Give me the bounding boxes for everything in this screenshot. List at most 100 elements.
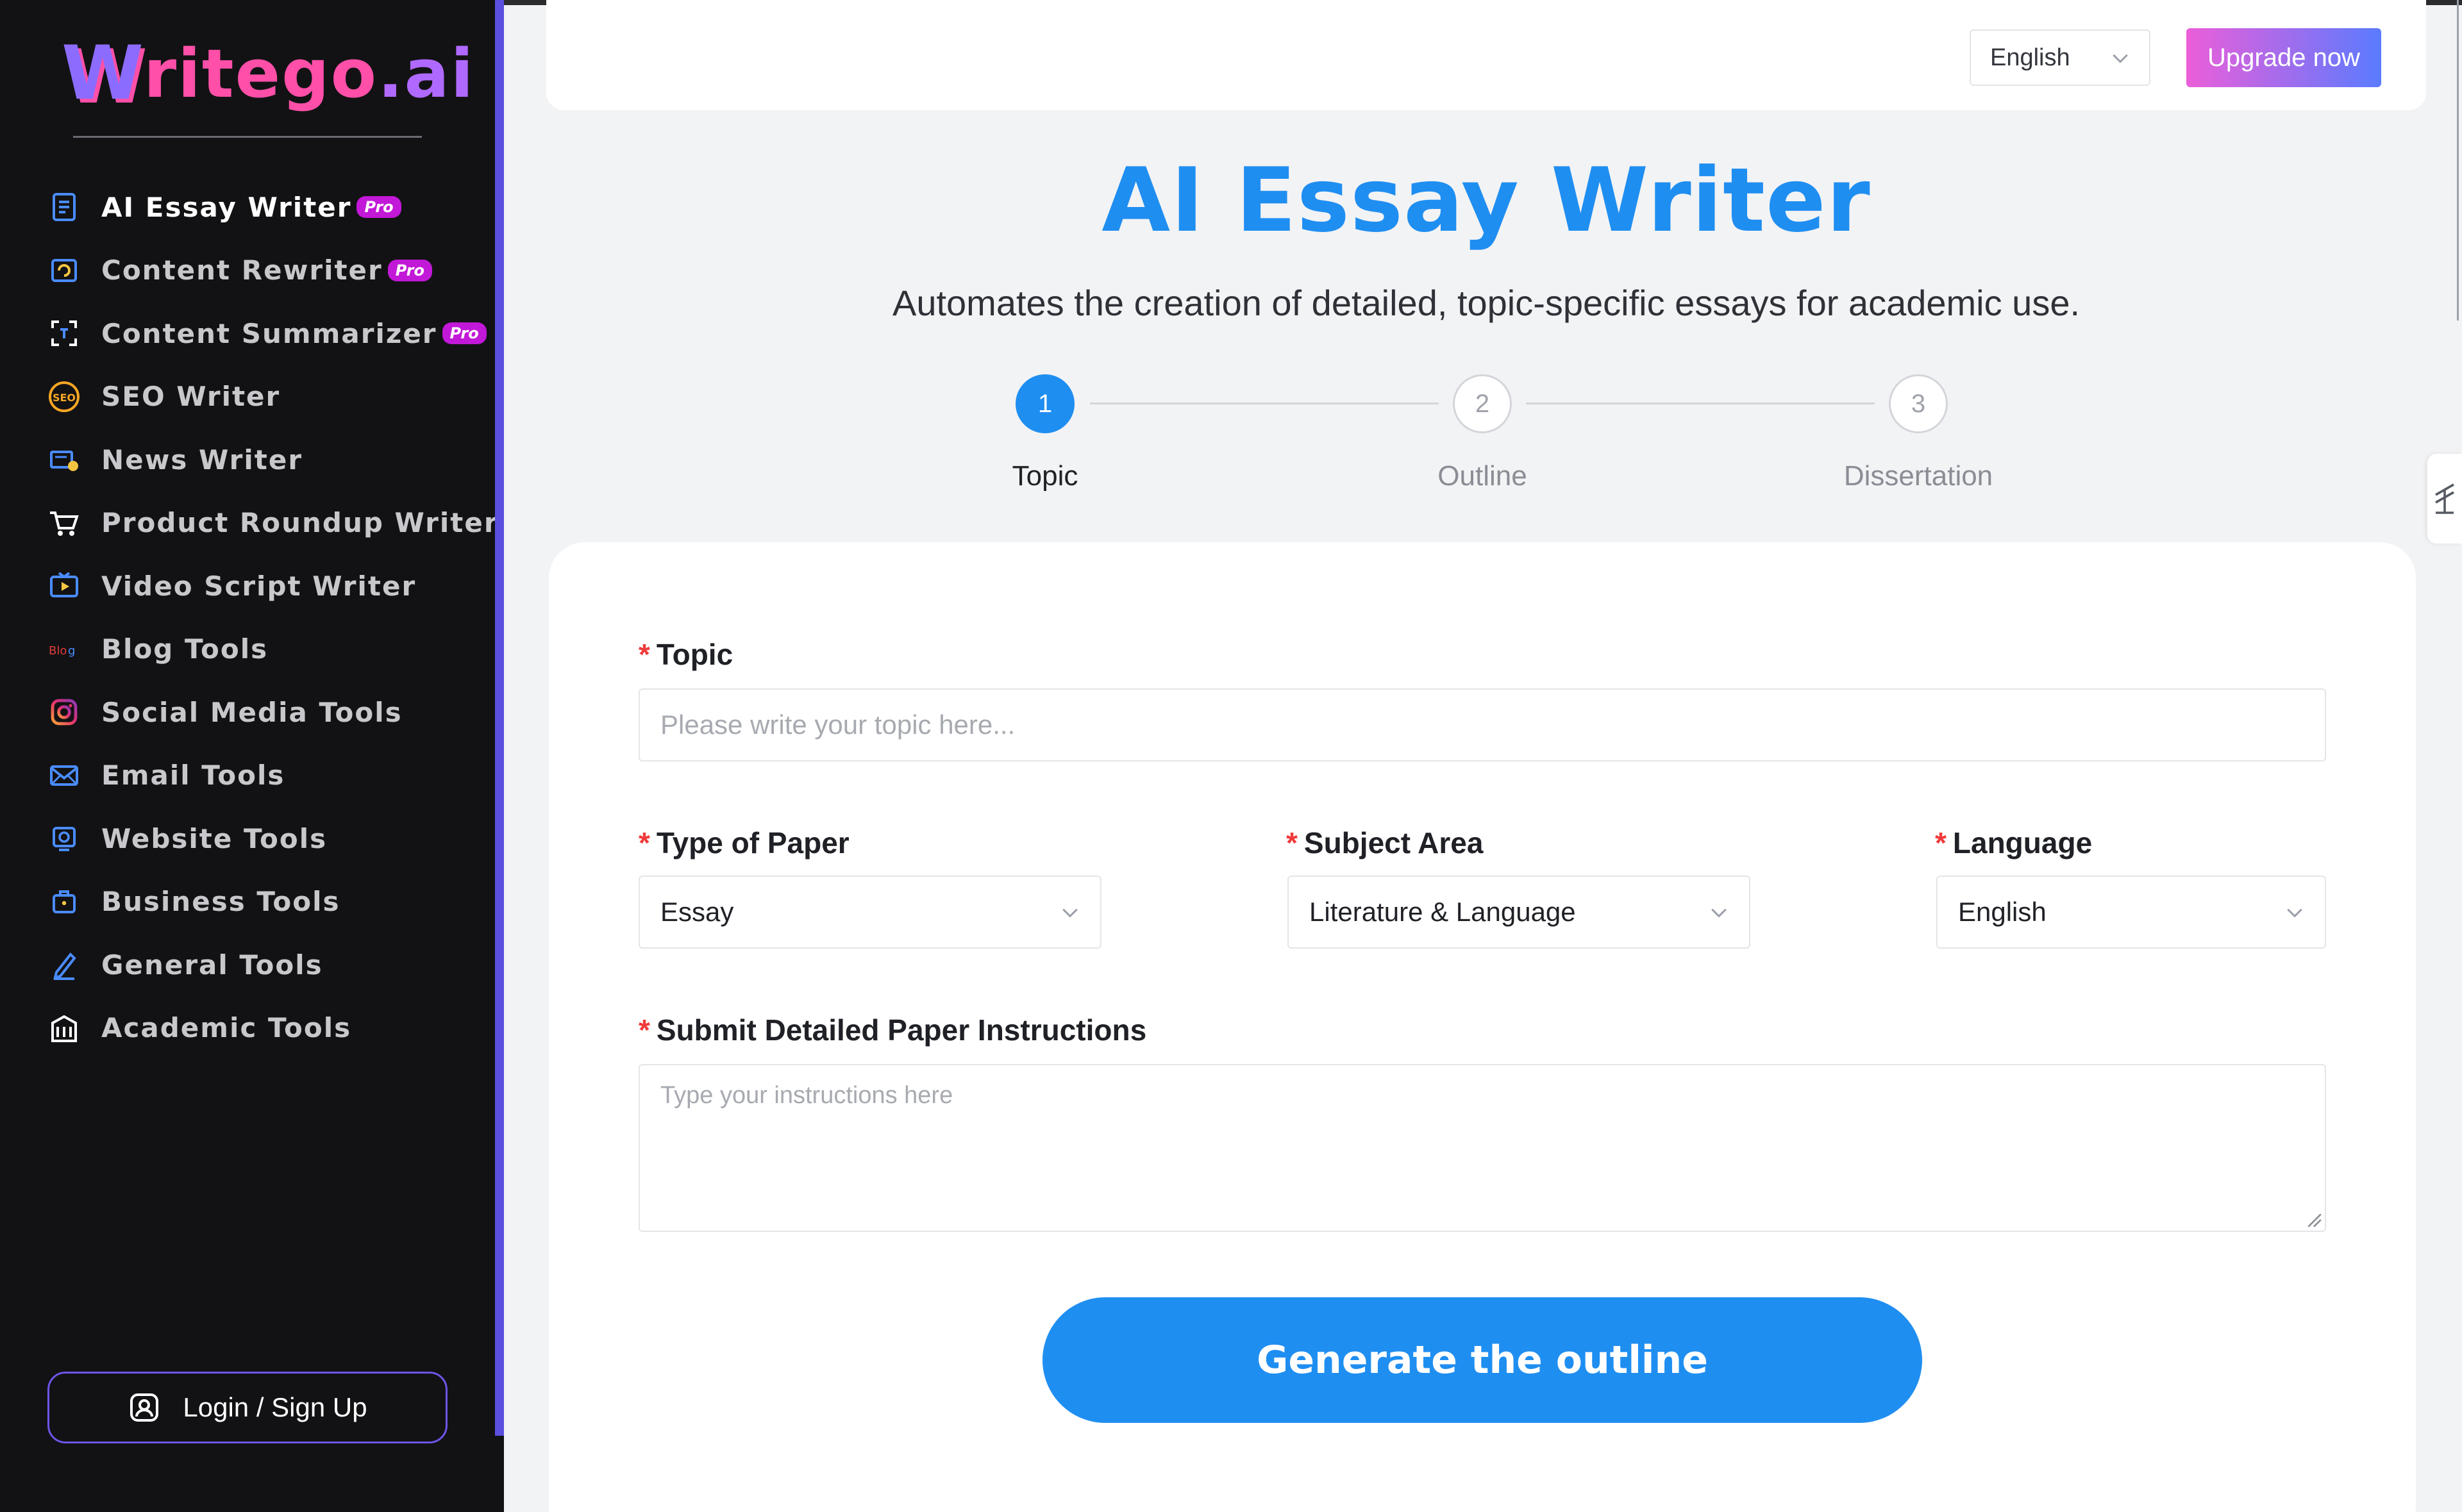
sidebar-item-product-roundup-writer[interactable]: Product Roundup Writer bbox=[46, 492, 498, 555]
language-field-value: English bbox=[1958, 897, 2047, 927]
instructions-label-text: Submit Detailed Paper Instructions bbox=[656, 1013, 1147, 1047]
sidebar-item-academic-tools[interactable]: Academic Tools bbox=[46, 997, 489, 1060]
paper-type-value: Essay bbox=[660, 897, 734, 927]
chevron-down-icon bbox=[2287, 908, 2302, 918]
collapse-icon bbox=[2435, 483, 2454, 514]
news-icon bbox=[46, 442, 82, 478]
sidebar-item-content-rewriter[interactable]: Content Rewriter Pro bbox=[46, 239, 489, 303]
logo-letter: W bbox=[62, 30, 144, 117]
step-2-circle[interactable]: 2 bbox=[1453, 374, 1512, 433]
instagram-icon bbox=[46, 694, 82, 730]
pro-badge: Pro bbox=[356, 196, 401, 219]
user-icon bbox=[130, 1393, 159, 1422]
language-label: * Language bbox=[1935, 826, 2092, 860]
step-1-circle[interactable]: 1 bbox=[1016, 374, 1075, 433]
blog-icon: Blo g bbox=[46, 631, 82, 667]
sidebar-item-label: Social Media Tools bbox=[101, 696, 403, 728]
subject-area-label: * Subject Area bbox=[1286, 826, 1483, 860]
paper-type-select[interactable]: Essay bbox=[639, 876, 1101, 949]
sidebar-item-email-tools[interactable]: Email Tools bbox=[46, 744, 489, 808]
page-subtitle: Automates the creation of detailed, topi… bbox=[892, 283, 2081, 323]
step-connector bbox=[1090, 403, 1439, 404]
sidebar-item-business-tools[interactable]: Business Tools bbox=[46, 870, 489, 934]
sidebar-item-website-tools[interactable]: Website Tools bbox=[46, 807, 489, 870]
upgrade-button[interactable]: Upgrade now bbox=[2186, 28, 2381, 87]
cart-icon bbox=[46, 505, 82, 541]
step-1-label: Topic bbox=[1012, 460, 1078, 492]
sidebar-item-label: Blog Tools bbox=[101, 633, 269, 665]
building-icon bbox=[46, 1010, 82, 1046]
page-title: AI Essay Writer bbox=[1101, 149, 1871, 252]
logo-text: ritego.ai bbox=[144, 40, 474, 107]
required-mark: * bbox=[639, 1013, 650, 1047]
sidebar-item-label: Content Rewriter bbox=[101, 254, 383, 287]
resize-handle-icon[interactable] bbox=[2306, 1211, 2322, 1228]
sidebar-item-label: News Writer bbox=[101, 444, 303, 476]
required-mark: * bbox=[1286, 826, 1298, 860]
sidebar-item-label: General Tools bbox=[101, 949, 323, 981]
sidebar-item-general-tools[interactable]: General Tools bbox=[46, 933, 489, 997]
sidebar-item-blog-tools[interactable]: Blo g Blog Tools bbox=[46, 618, 489, 681]
sidebar-item-label: AI Essay Writer bbox=[101, 191, 352, 223]
required-mark: * bbox=[639, 826, 650, 860]
pen-icon bbox=[46, 947, 82, 983]
sidebar-item-label: Video Script Writer bbox=[101, 570, 417, 602]
sidebar-item-social-media-tools[interactable]: Social Media Tools bbox=[46, 681, 489, 744]
instructions-textarea[interactable]: Type your instructions here bbox=[639, 1064, 2326, 1232]
paper-type-label-text: Type of Paper bbox=[656, 826, 850, 860]
side-panel-toggle[interactable] bbox=[2427, 454, 2462, 544]
step-connector bbox=[1526, 403, 1875, 404]
topic-label-text: Topic bbox=[656, 638, 733, 671]
language-label-text: Language bbox=[1952, 826, 2093, 860]
step-3-circle[interactable]: 3 bbox=[1889, 374, 1948, 433]
required-mark: * bbox=[639, 638, 650, 671]
brand-logo[interactable]: W ritego.ai bbox=[62, 26, 473, 122]
topic-label: * Topic bbox=[639, 637, 733, 672]
language-field-select[interactable]: English bbox=[1936, 876, 2326, 949]
instructions-placeholder: Type your instructions here bbox=[660, 1082, 953, 1109]
sidebar-divider bbox=[73, 136, 422, 138]
sidebar-item-label: Business Tools bbox=[101, 886, 340, 918]
topic-input[interactable]: Please write your topic here... bbox=[639, 688, 2326, 761]
step-2-label: Outline bbox=[1437, 460, 1527, 492]
sidebar-item-content-summarizer[interactable]: Content Summarizer Pro bbox=[46, 302, 489, 365]
paper-type-label: * Type of Paper bbox=[639, 826, 850, 860]
video-icon bbox=[46, 568, 82, 604]
sidebar-item-label: Product Roundup Writer bbox=[101, 507, 499, 539]
summarize-icon bbox=[46, 315, 82, 351]
sidebar-item-label: Website Tools bbox=[101, 822, 328, 854]
subject-area-select[interactable]: Literature & Language bbox=[1287, 876, 1750, 949]
sidebar-nav: AI Essay Writer Pro Content Rewriter Pro… bbox=[46, 176, 498, 1060]
sidebar-item-ai-essay-writer[interactable]: AI Essay Writer Pro bbox=[46, 176, 489, 239]
sidebar-item-video-script-writer[interactable]: Video Script Writer bbox=[46, 554, 489, 618]
sidebar-accent-bar bbox=[495, 0, 504, 1436]
chevron-down-icon bbox=[1062, 908, 1078, 918]
subject-area-value: Literature & Language bbox=[1309, 897, 1576, 927]
svg-text:g: g bbox=[68, 644, 75, 658]
top-header: English Upgrade now bbox=[546, 0, 2426, 110]
instructions-label: * Submit Detailed Paper Instructions bbox=[639, 1013, 1146, 1047]
sidebar-item-label: Academic Tools bbox=[101, 1012, 352, 1044]
seo-icon: SEO bbox=[46, 379, 82, 415]
briefcase-icon bbox=[46, 884, 82, 920]
subject-area-label-text: Subject Area bbox=[1303, 826, 1484, 860]
chevron-down-icon bbox=[1711, 908, 1727, 918]
sidebar: W ritego.ai AI Essay Writer Pro Content … bbox=[0, 0, 504, 1512]
language-select-value: English bbox=[1990, 44, 2070, 71]
sidebar-item-label: Email Tools bbox=[101, 760, 285, 792]
login-signup-button[interactable]: Login / Sign Up bbox=[47, 1372, 448, 1443]
svg-text:Blo: Blo bbox=[49, 644, 67, 658]
email-icon bbox=[46, 758, 82, 793]
rewrite-icon bbox=[46, 253, 82, 288]
logo-name: ritego bbox=[143, 35, 378, 113]
logo-suffix: .ai bbox=[378, 35, 475, 113]
sidebar-item-seo-writer[interactable]: SEO SEO Writer bbox=[46, 365, 489, 429]
sidebar-item-news-writer[interactable]: News Writer bbox=[46, 428, 489, 492]
chevron-down-icon bbox=[2113, 54, 2128, 63]
generate-outline-button[interactable]: Generate the outline bbox=[1043, 1297, 1922, 1423]
language-select[interactable]: English bbox=[1970, 29, 2150, 86]
pro-badge: Pro bbox=[442, 322, 487, 345]
required-mark: * bbox=[1935, 826, 1947, 860]
website-icon bbox=[46, 820, 82, 856]
login-label: Login / Sign Up bbox=[183, 1392, 367, 1422]
